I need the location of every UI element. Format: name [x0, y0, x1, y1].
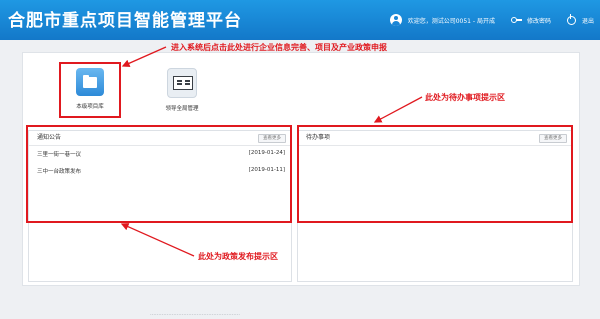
screen-report-icon — [167, 68, 197, 98]
change-password-link[interactable]: 修改密码 — [527, 16, 551, 25]
notice-date: [2019-01-11] — [248, 167, 285, 173]
folder-icon — [76, 68, 104, 96]
annotation-right: 此处为待办事项提示区 — [425, 93, 505, 102]
top-header-bar: 合肥市重点项目智能管理平台 欢迎您，测试公司0051 - 局开成 修改密码 退出 — [0, 0, 600, 40]
notice-panel-title: 通知公告 — [37, 134, 62, 141]
welcome-text: 欢迎您，测试公司0051 - 局开成 — [407, 17, 495, 25]
notice-title[interactable]: 三里一街一巷一议 — [37, 152, 81, 158]
notice-date: [2019-01-24] — [248, 150, 285, 156]
todo-more-button[interactable]: 查看更多 — [539, 134, 567, 143]
notice-more-button[interactable]: 查看更多 — [258, 134, 286, 143]
notice-row[interactable]: 三里一街一巷一议 [2019-01-24] — [37, 150, 285, 158]
notice-title[interactable]: 三中一台政策发布 — [37, 169, 81, 175]
quick-link-label: 领导全局管理 — [165, 106, 199, 112]
user-avatar-icon — [389, 14, 402, 26]
notice-panel-header: 通知公告 查看更多 — [29, 131, 291, 146]
footer-text: ……………………………………………… — [150, 311, 240, 317]
annotation-top: 进入系统后点击此处进行企业信息完善、项目及产业政策申报 — [171, 43, 387, 52]
todo-panel-header: 待办事项 查看更多 — [298, 131, 572, 146]
user-area: 欢迎您，测试公司0051 - 局开成 修改密码 退出 — [389, 12, 594, 28]
quick-link-label: 本级项目库 — [76, 104, 104, 110]
todo-panel-title: 待办事项 — [306, 134, 331, 141]
notice-row[interactable]: 三中一台政策发布 [2019-01-11] — [37, 167, 285, 175]
annotation-bottom: 此处为政策发布提示区 — [198, 252, 278, 261]
power-icon[interactable] — [566, 13, 576, 25]
quick-link-leader-management[interactable]: 领导全局管理 — [152, 68, 212, 112]
app-title: 合肥市重点项目智能管理平台 — [8, 11, 242, 31]
logout-link[interactable]: 退出 — [582, 16, 594, 25]
todo-panel: 待办事项 查看更多 — [297, 130, 573, 282]
quick-link-project-library[interactable]: 本级项目库 — [60, 68, 120, 110]
key-icon[interactable] — [510, 16, 522, 24]
